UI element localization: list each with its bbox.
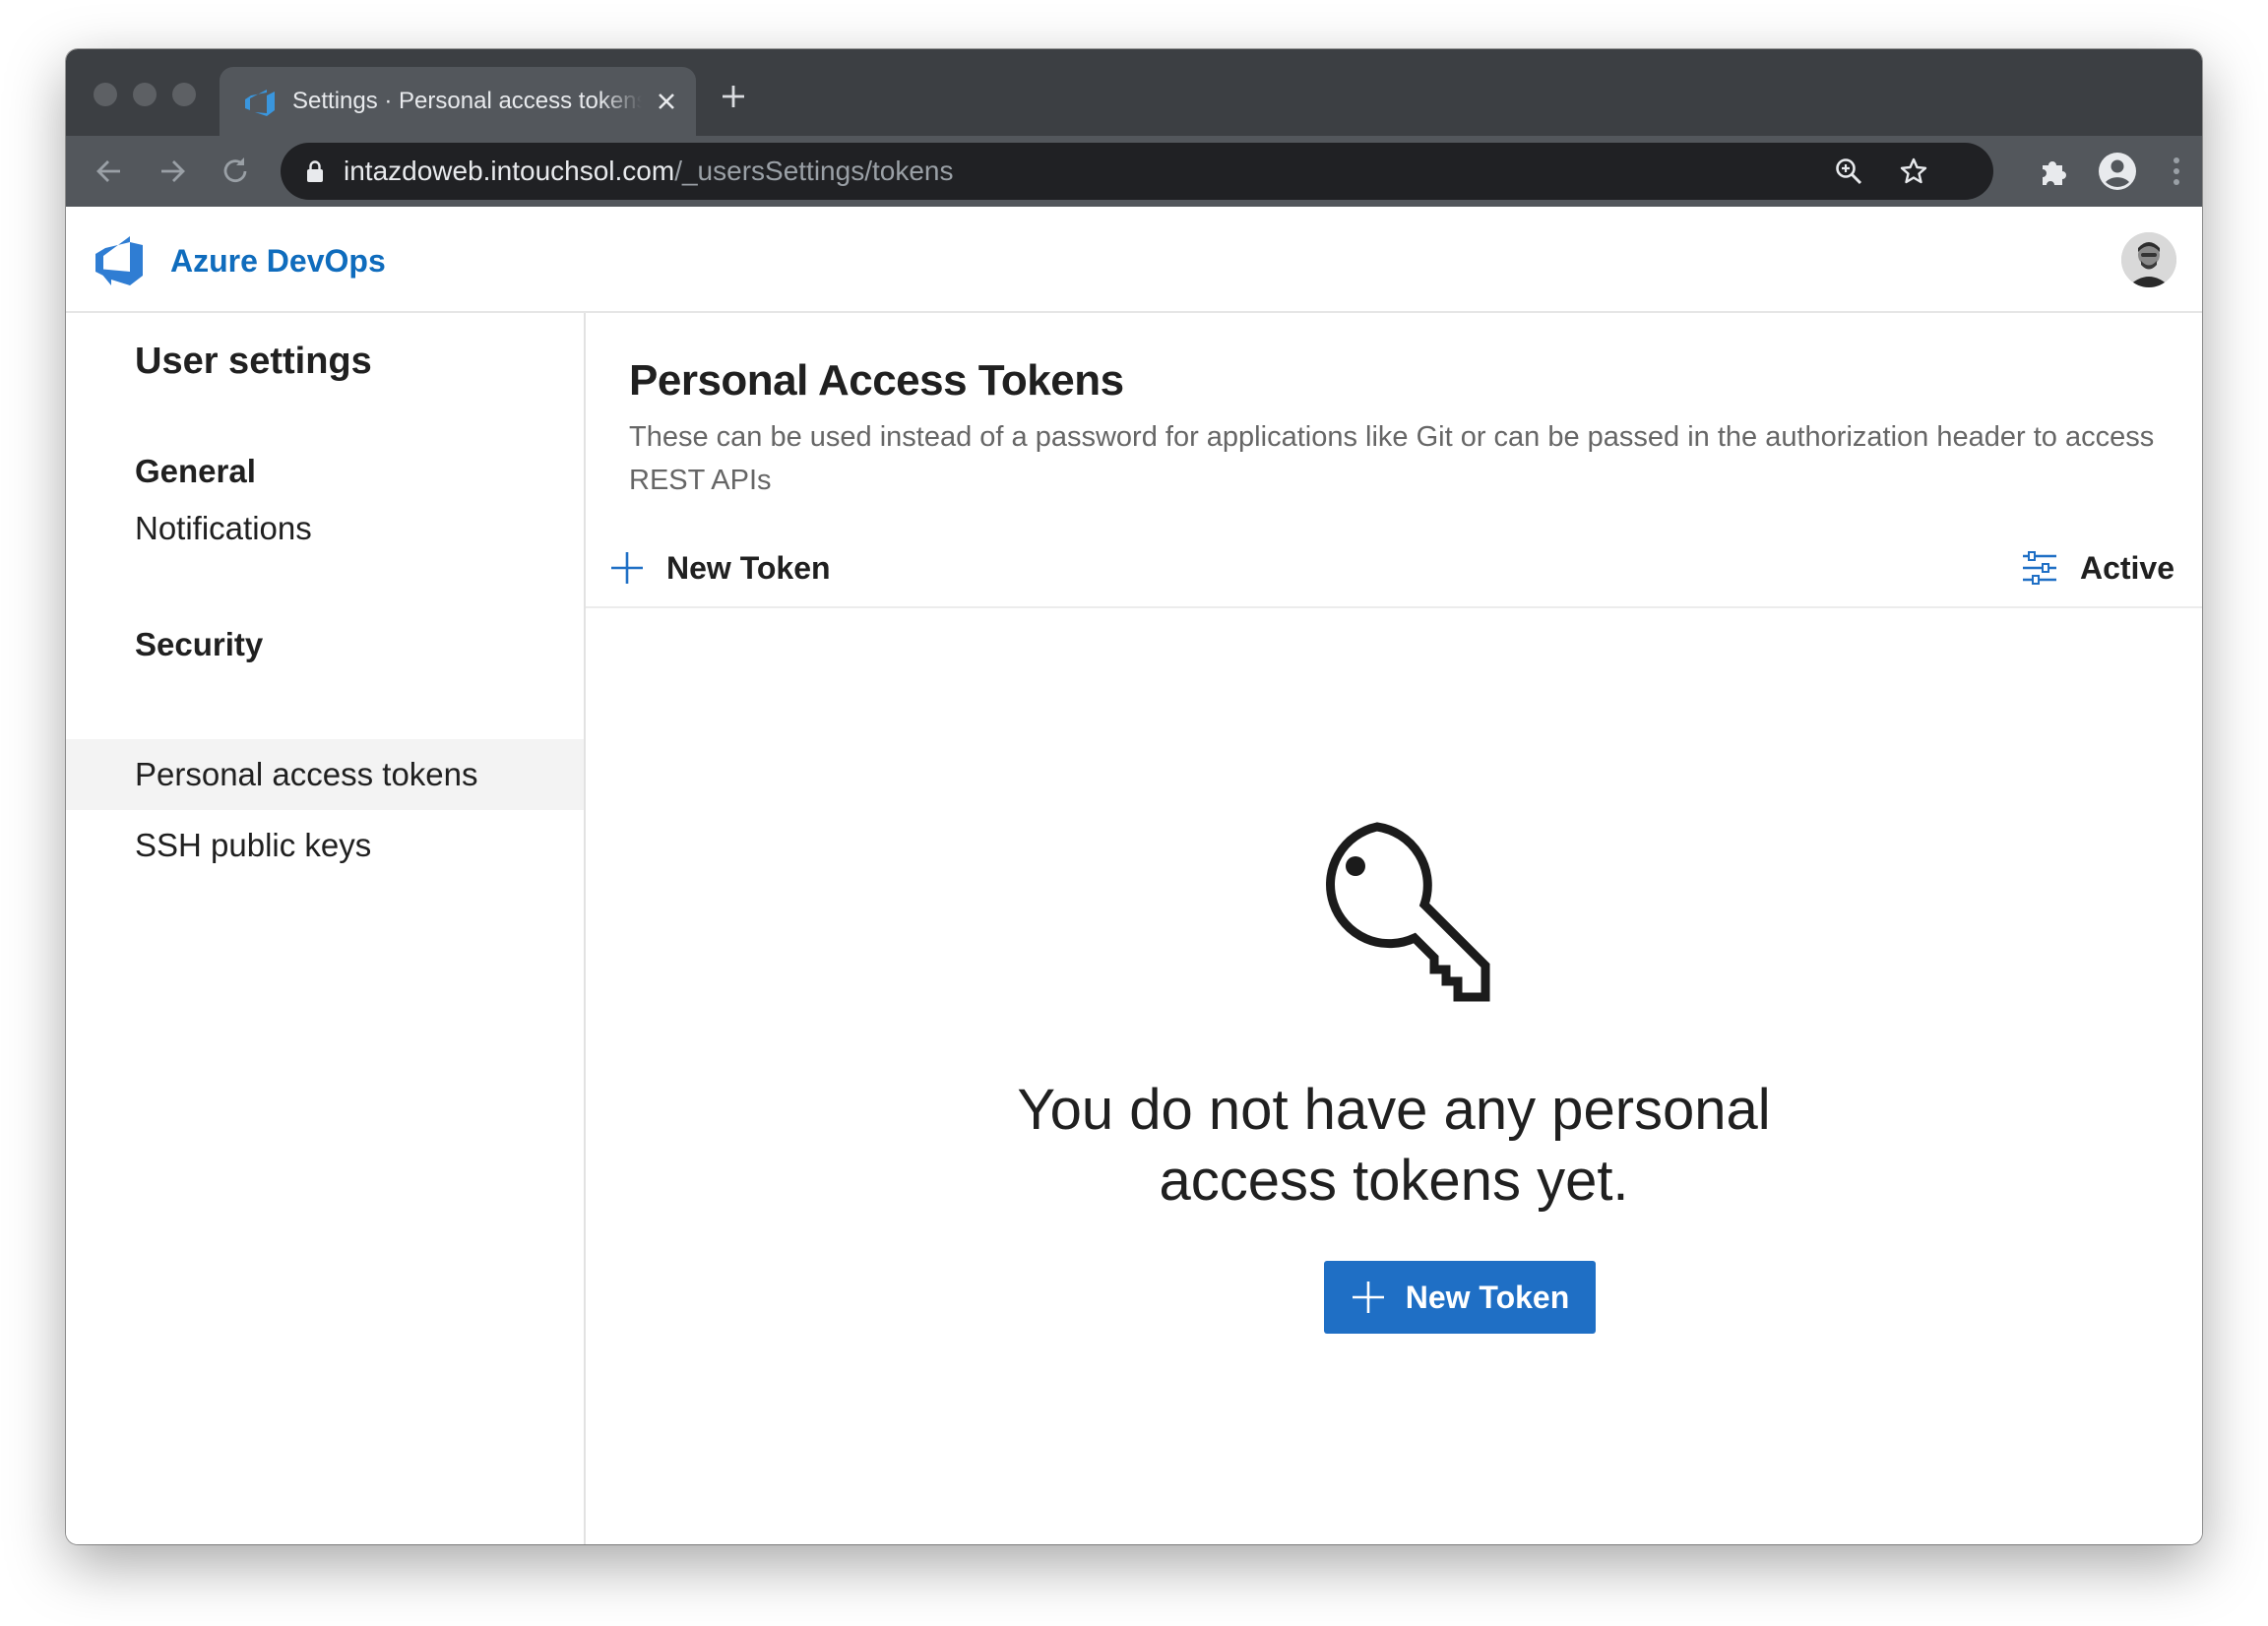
sidebar-item-label: Personal access tokens <box>135 756 478 792</box>
azure-devops-logo-icon[interactable] <box>94 236 145 285</box>
reload-icon[interactable] <box>218 154 253 189</box>
app-name[interactable]: Azure DevOps <box>170 243 386 280</box>
back-arrow-icon[interactable] <box>92 154 127 189</box>
sidebar-group-general: General <box>135 453 256 489</box>
url-text: intazdoweb.intouchsol.com/_usersSettings… <box>344 156 953 187</box>
sidebar-item-notifications[interactable]: Notifications <box>66 493 584 564</box>
sidebar-group-security: Security <box>135 626 264 662</box>
profile-icon[interactable] <box>2098 152 2137 191</box>
empty-state-message: You do not have any personal access toke… <box>586 1075 2202 1217</box>
url-path: /_usersSettings/tokens <box>674 156 954 186</box>
active-filter-label: Active <box>2079 549 2174 586</box>
sidebar-item-ssh-public-keys[interactable]: SSH public keys <box>66 810 584 881</box>
command-bar: New Token Active <box>586 532 2202 608</box>
app-header: Azure DevOps <box>66 207 2202 313</box>
more-icon[interactable] <box>2157 152 2196 191</box>
new-token-button[interactable]: New Token <box>1324 1261 1596 1334</box>
main-content: Personal Access Tokens These can be used… <box>586 313 2202 1544</box>
close-window-button[interactable] <box>94 83 117 106</box>
azure-devops-logo-icon <box>245 90 275 116</box>
filter-icon <box>2022 551 2056 585</box>
sidebar-item-label: Notifications <box>135 510 312 546</box>
empty-state-line-1: You do not have any personal <box>1017 1078 1771 1142</box>
zoom-icon[interactable] <box>1834 156 1863 186</box>
tab-strip: Settings · Personal access tokens <box>66 49 2202 136</box>
lock-icon[interactable] <box>306 159 324 183</box>
page-description: These can be used instead of a password … <box>629 421 2155 496</box>
maximize-window-button[interactable] <box>172 83 196 106</box>
plus-icon <box>611 552 643 584</box>
browser-window: Settings · Personal access tokens intazd… <box>66 49 2202 1544</box>
plus-icon <box>1352 1282 1384 1313</box>
active-filter-button[interactable]: Active <box>2021 543 2174 593</box>
key-icon <box>1326 822 1490 1002</box>
user-photo <box>2121 232 2176 287</box>
new-token-command-button[interactable]: New Token <box>609 543 831 593</box>
empty-state-line-2: access tokens yet. <box>1159 1149 1629 1213</box>
address-bar[interactable]: intazdoweb.intouchsol.com/_usersSettings… <box>281 143 1993 200</box>
tab-title: Settings · Personal access tokens <box>292 88 642 114</box>
sidebar-item-label: SSH public keys <box>135 827 372 863</box>
new-token-command-label: New Token <box>666 549 831 586</box>
forward-arrow-icon[interactable] <box>155 154 190 189</box>
sidebar-item-personal-access-tokens[interactable]: Personal access tokens <box>66 739 584 810</box>
extensions-icon[interactable] <box>2035 152 2074 191</box>
new-tab-button[interactable] <box>720 83 747 110</box>
page-title: Personal Access Tokens <box>629 356 1124 405</box>
browser-toolbar: intazdoweb.intouchsol.com/_usersSettings… <box>66 136 2202 207</box>
minimize-window-button[interactable] <box>133 83 157 106</box>
settings-sidebar: User settings General Notifications Secu… <box>66 313 586 1544</box>
new-token-button-label: New Token <box>1405 1279 1570 1315</box>
star-icon[interactable] <box>1899 156 1928 186</box>
browser-tab[interactable]: Settings · Personal access tokens <box>220 67 696 136</box>
close-icon[interactable] <box>656 91 677 112</box>
avatar[interactable] <box>2121 232 2176 287</box>
sidebar-title: User settings <box>135 341 372 382</box>
url-host: intazdoweb.intouchsol.com <box>344 156 675 186</box>
